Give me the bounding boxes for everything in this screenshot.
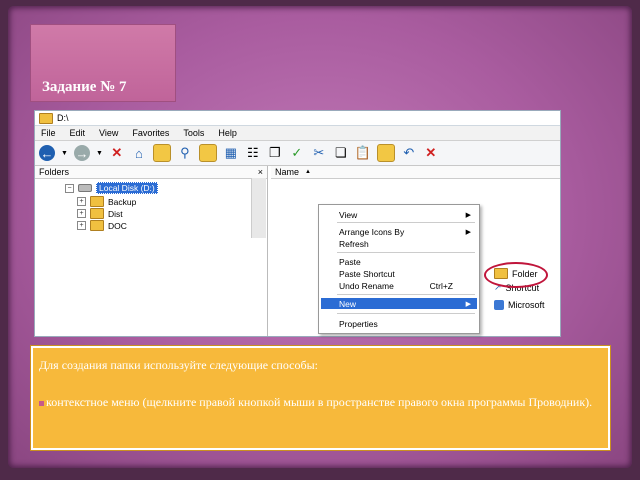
menu-file[interactable]: File [41,128,56,138]
delete-icon[interactable]: ✕ [423,145,439,161]
context-menu: View ▶ Arrange Icons By ▶ Refresh Paste … [318,204,480,334]
menu-separator [337,252,475,253]
copy-to-icon[interactable]: ❐ [267,145,283,161]
menu-separator [337,222,475,223]
ctx-item-new[interactable]: New ▶ [321,298,477,309]
undo-icon[interactable]: ↶ [401,145,417,161]
column-header-name[interactable]: Name [275,167,299,177]
tree-item-dist[interactable]: + Dist [77,208,123,219]
ctx-item-properties[interactable]: Properties [321,318,477,329]
highlight-circle [484,262,548,288]
info-box: Для создания папки используйте следующие… [31,346,610,450]
ctx-item-arrange[interactable]: Arrange Icons By ▶ [321,226,477,237]
tree-item-root[interactable]: − Local Disk (D:) [65,182,158,194]
explorer-window: D:\ File Edit View Favorites Tools Help … [34,110,561,337]
info-intro: Для создания папки используйте следующие… [39,358,318,372]
menu-bar: File Edit View Favorites Tools Help [35,126,560,141]
submenu-item-label: Microsoft [508,300,545,310]
expand-icon[interactable]: + [77,221,86,230]
ctx-item-label: Paste [339,256,361,267]
ctx-item-label: Undo Rename [339,280,394,291]
menu-edit[interactable]: Edit [70,128,86,138]
ctx-item-label: View [339,209,358,220]
back-icon[interactable]: ← [39,145,55,161]
menu-view[interactable]: View [99,128,118,138]
ctx-item-refresh[interactable]: Refresh [321,238,477,249]
tree-item-label: Dist [108,208,123,219]
menu-favorites[interactable]: Favorites [132,128,169,138]
tree-item-label: Local Disk (D:) [96,182,158,194]
ctx-item-label: Arrange Icons By [339,226,405,237]
home-icon[interactable]: ⌂ [131,145,147,161]
folders-pane-header: Folders × [35,166,267,179]
shortcut-label: Ctrl+Z [429,280,453,291]
ctx-item-paste-shortcut[interactable]: Paste Shortcut [321,268,477,279]
submenu-arrow-icon: ▶ [465,300,471,308]
slide-title: Задание № 7 [42,79,127,95]
forward-icon[interactable]: → [73,145,90,161]
ctx-item-paste[interactable]: Paste [321,256,477,267]
expand-icon[interactable]: + [77,209,86,218]
window-title: D:\ [57,113,69,123]
menu-tools[interactable]: Tools [183,128,204,138]
ctx-item-label: Refresh [339,238,369,249]
expand-icon[interactable]: + [77,197,86,206]
ctx-item-undo[interactable]: Undo Rename Ctrl+Z [321,280,477,291]
move-to-icon[interactable] [376,144,395,162]
contents-pane-header: Name ▲ [271,166,560,179]
submenu-arrow-icon: ▶ [465,211,471,219]
folder-icon [39,112,53,124]
stop-icon[interactable]: ✕ [109,145,125,161]
tree-icon[interactable]: ☷ [245,145,261,161]
info-bullet-text: контекстное меню (щелкните правой кнопко… [46,395,593,409]
cut-icon[interactable]: ✂ [311,145,327,161]
menu-separator [337,313,475,314]
folders-icon[interactable] [198,144,217,162]
folder-icon [90,196,104,207]
check-icon[interactable]: ✓ [289,145,305,161]
window-titlebar: D:\ [35,111,560,126]
bullet-icon [39,400,44,406]
ctx-item-label: New [339,298,357,309]
toolbar: ← ▼ → ▼ ✕ ⌂ ⚲ ▦ ☷ ❐ ✓ ✂ ❏ 📋 ↶ ✕ [35,141,560,166]
ctx-item-label: Properties [339,318,378,329]
folders-pane: Folders × − Local Disk (D:) + Backup + D… [35,166,268,336]
collapse-icon[interactable]: − [65,183,74,193]
forward-dropdown-icon[interactable]: ▼ [96,150,103,157]
copy-icon[interactable]: ❏ [333,145,349,161]
ctx-item-view[interactable]: View ▶ [321,209,477,220]
view-icon[interactable]: ▦ [223,145,239,161]
sort-arrow-icon: ▲ [305,169,311,175]
document-icon [494,300,504,310]
folder-icon [90,220,104,231]
folders-pane-title: Folders [39,167,70,177]
folders-up-icon[interactable] [152,144,171,162]
menu-help[interactable]: Help [218,128,237,138]
submenu-arrow-icon: ▶ [465,228,471,236]
tree-item-doc[interactable]: + DOC [77,220,127,231]
back-dropdown-icon[interactable]: ▼ [61,150,68,157]
info-bullet: контекстное меню (щелкните правой кнопко… [39,393,602,412]
tree-item-backup[interactable]: + Backup [77,196,136,207]
drive-icon [78,184,92,192]
paste-icon[interactable]: 📋 [355,145,371,161]
ctx-item-label: Paste Shortcut [339,268,395,279]
new-submenu-microsoft[interactable]: Microsoft [494,300,545,310]
tree-item-label: Backup [108,196,137,207]
tree-item-label: DOC [108,220,127,231]
menu-separator [337,294,475,295]
search-icon[interactable]: ⚲ [177,145,193,161]
folder-icon [90,208,104,219]
close-icon[interactable]: × [258,167,263,177]
scrollbar[interactable] [251,178,266,238]
